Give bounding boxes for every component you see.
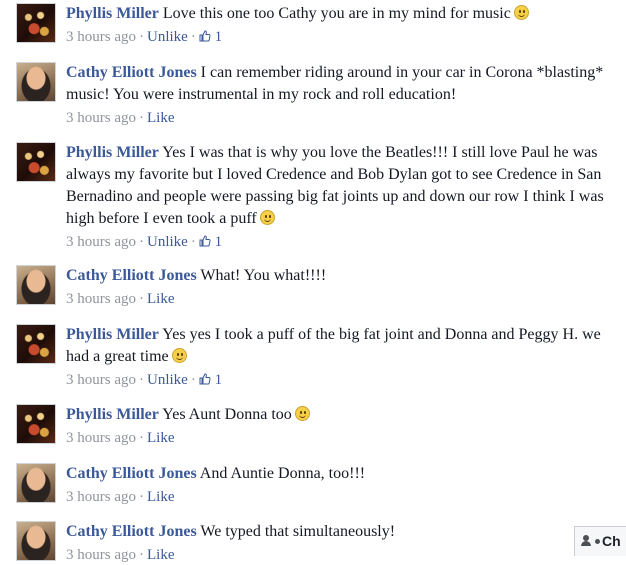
- comment-meta: 3 hours ago · Like: [66, 489, 175, 505]
- comment-author[interactable]: Phyllis Miller: [66, 144, 159, 161]
- comment-timestamp[interactable]: 3 hours ago: [66, 430, 136, 446]
- avatar[interactable]: [16, 324, 56, 364]
- like-link[interactable]: Like: [147, 291, 175, 307]
- comment-meta: 3 hours ago · Unlike · 1: [66, 27, 621, 48]
- comment-meta: 3 hours ago · Like: [66, 547, 175, 563]
- comment-author[interactable]: Cathy Elliott Jones: [66, 267, 197, 284]
- comment-timestamp[interactable]: 3 hours ago: [66, 489, 136, 505]
- like-link[interactable]: Like: [147, 430, 175, 446]
- avatar[interactable]: [16, 265, 56, 305]
- avatar[interactable]: [16, 463, 56, 503]
- comment-meta: 3 hours ago · Unlike · 1: [66, 232, 621, 253]
- avatar[interactable]: [16, 404, 56, 444]
- comment-author[interactable]: Phyllis Miller: [66, 5, 159, 22]
- like-link[interactable]: Like: [147, 110, 175, 126]
- like-count[interactable]: 1: [199, 234, 222, 250]
- comment-text: What! You what!!!!: [200, 267, 327, 284]
- online-dot-icon: [595, 539, 600, 544]
- comment-text: Love this one too Cathy you are in my mi…: [162, 5, 511, 22]
- comment-timestamp[interactable]: 3 hours ago: [66, 547, 136, 563]
- avatar[interactable]: [16, 62, 56, 102]
- unlike-link[interactable]: Unlike: [147, 372, 188, 388]
- comment-meta: 3 hours ago · Like: [66, 291, 175, 307]
- comment-text: Yes Aunt Donna too: [162, 406, 292, 423]
- comment-author[interactable]: Cathy Elliott Jones: [66, 523, 197, 540]
- comment-meta: 3 hours ago · Like: [66, 430, 175, 446]
- avatar[interactable]: [16, 142, 56, 182]
- chat-tab-label: Ch: [602, 533, 621, 549]
- smiley-icon: [171, 348, 187, 363]
- like-count[interactable]: 1: [199, 29, 222, 45]
- comment-meta: 3 hours ago · Unlike · 1: [66, 370, 621, 391]
- comment-timestamp[interactable]: 3 hours ago: [66, 291, 136, 307]
- comment-author[interactable]: Cathy Elliott Jones: [66, 465, 197, 482]
- smiley-icon: [259, 210, 275, 225]
- comment-author[interactable]: Phyllis Miller: [66, 406, 159, 423]
- like-link[interactable]: Like: [147, 489, 175, 505]
- smiley-icon: [294, 406, 310, 421]
- avatar[interactable]: [16, 3, 56, 43]
- thumbs-up-icon: [199, 371, 211, 391]
- comment-text: And Auntie Donna, too!!!: [199, 465, 366, 482]
- unlike-link[interactable]: Unlike: [147, 234, 188, 250]
- comment-timestamp[interactable]: 3 hours ago: [66, 234, 136, 250]
- thumbs-up-icon: [199, 233, 211, 253]
- like-link[interactable]: Like: [147, 547, 175, 563]
- thumbs-up-icon: [199, 28, 211, 48]
- like-count[interactable]: 1: [199, 372, 222, 388]
- unlike-link[interactable]: Unlike: [147, 29, 188, 45]
- comment-meta: 3 hours ago · Like: [66, 110, 175, 126]
- people-icon: [581, 535, 595, 547]
- comment-text: We typed that simultaneously!: [200, 523, 396, 540]
- smiley-icon: [513, 5, 529, 20]
- comment-author[interactable]: Cathy Elliott Jones: [66, 64, 197, 81]
- comment-timestamp[interactable]: 3 hours ago: [66, 29, 136, 45]
- comment-author[interactable]: Phyllis Miller: [66, 326, 159, 343]
- comment-timestamp[interactable]: 3 hours ago: [66, 110, 136, 126]
- avatar[interactable]: [16, 521, 56, 561]
- comment-timestamp[interactable]: 3 hours ago: [66, 372, 136, 388]
